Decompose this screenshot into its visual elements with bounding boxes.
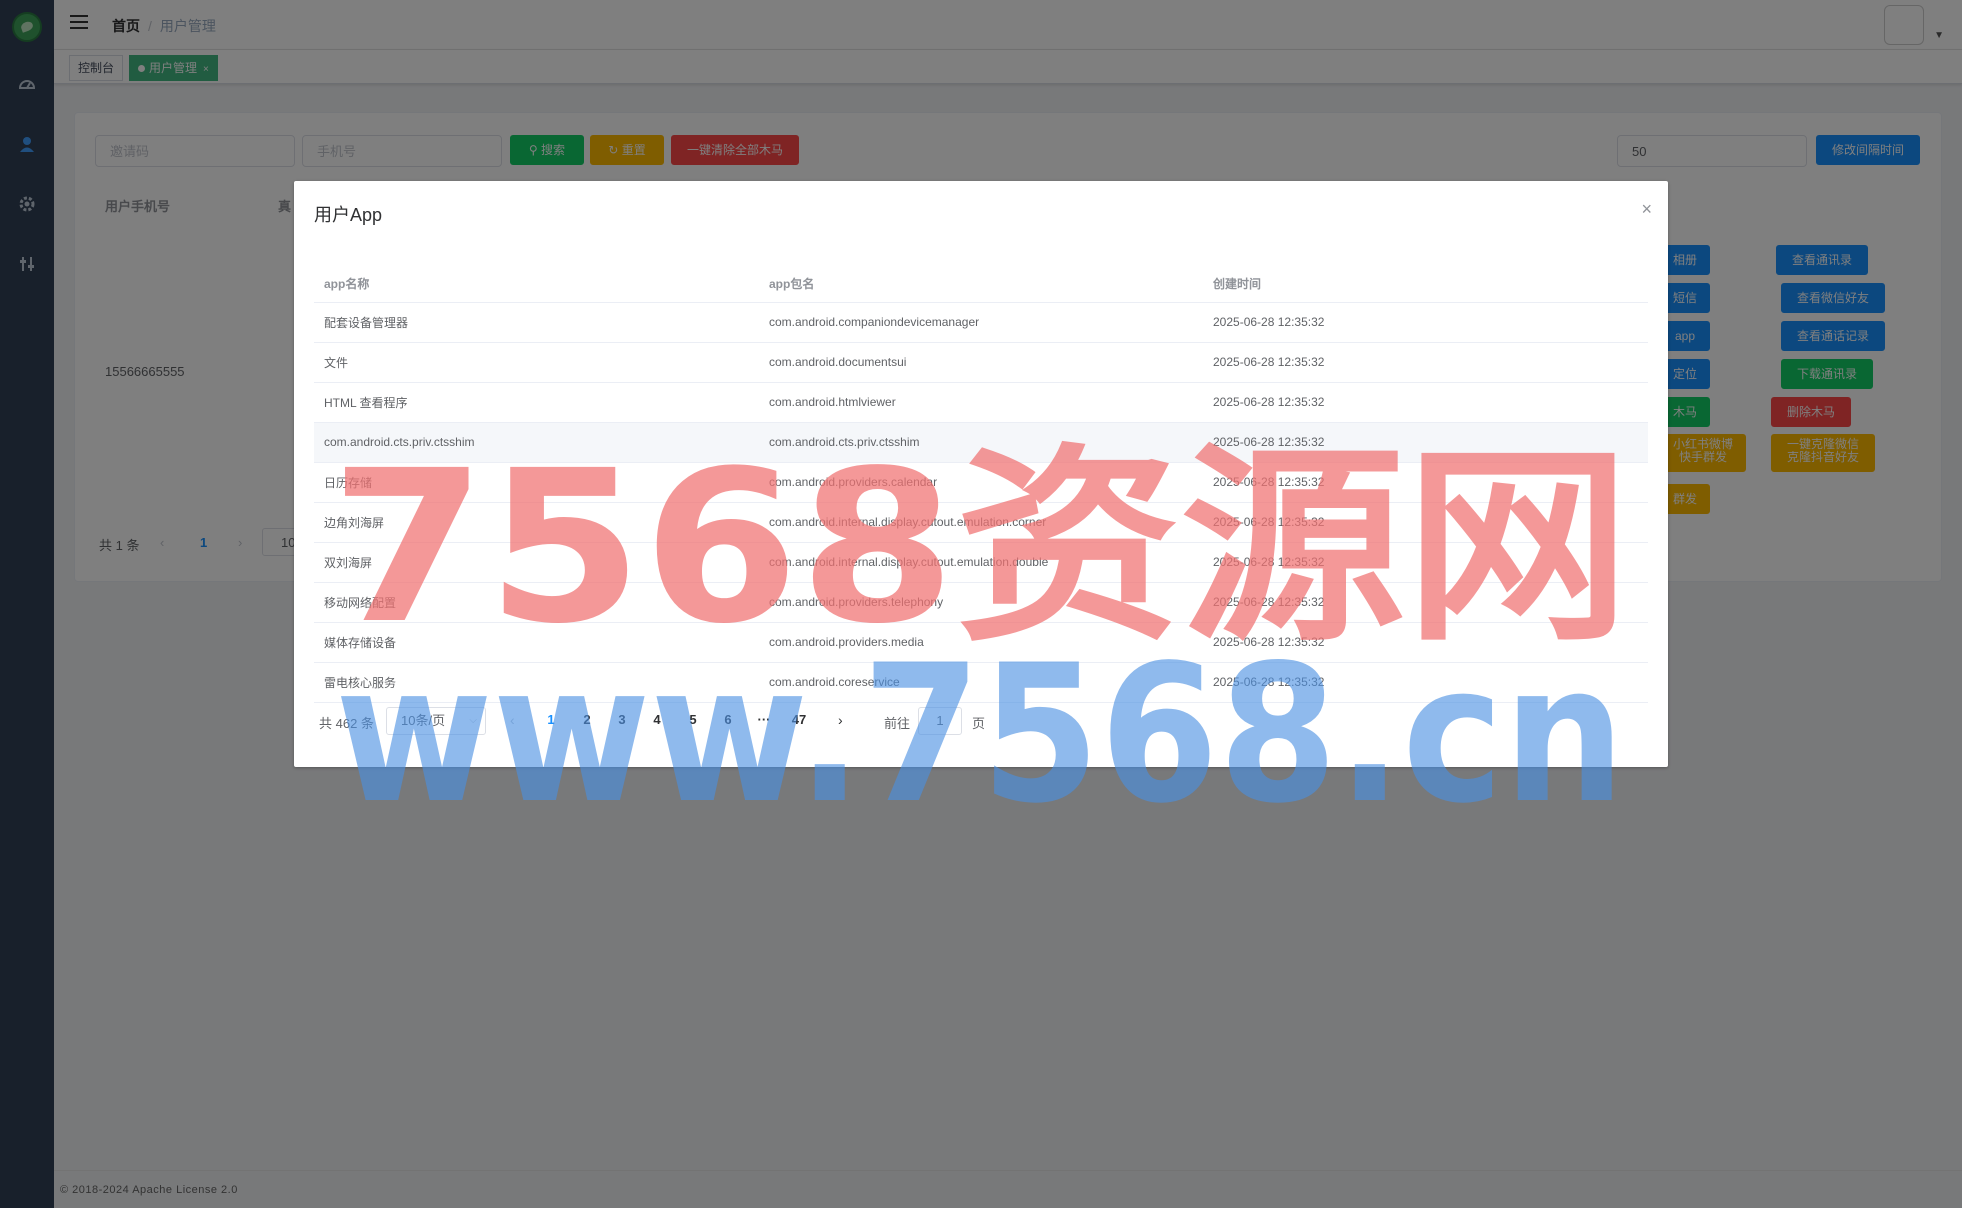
created-time-cell: 2025-06-28 12:35:32	[1203, 462, 1648, 503]
table-row[interactable]: com.android.cts.priv.ctsshim com.android.…	[314, 422, 1648, 463]
created-time-cell: 2025-06-28 12:35:32	[1203, 542, 1648, 583]
close-icon[interactable]: ×	[1641, 199, 1652, 220]
page-size-select[interactable]: 10条/页 ⌵	[386, 707, 486, 735]
created-time-cell: 2025-06-28 12:35:32	[1203, 382, 1648, 423]
dialog-title: 用户App	[314, 205, 383, 225]
created-time-cell: 2025-06-28 12:35:32	[1203, 342, 1648, 383]
package-name-cell: com.android.companiondevicemanager	[759, 302, 1203, 343]
app-name-cell: 雷电核心服务	[314, 662, 759, 703]
created-time-cell: 2025-06-28 12:35:32	[1203, 422, 1648, 463]
goto-page-input[interactable]: 1	[918, 707, 962, 735]
page-6[interactable]: 6	[713, 712, 743, 727]
app-name-cell: 配套设备管理器	[314, 302, 759, 343]
app-name-cell: HTML 查看程序	[314, 382, 759, 423]
pager-total: 共 462 条	[319, 716, 374, 731]
package-name-cell: com.android.htmlviewer	[759, 382, 1203, 423]
table-row[interactable]: 边角刘海屏 com.android.internal.display.cutout…	[314, 502, 1648, 543]
table-body: 配套设备管理器 com.android.companiondevicemanage…	[314, 302, 1648, 703]
app-name-cell: 日历存储	[314, 462, 759, 503]
created-time-cell: 2025-06-28 12:35:32	[1203, 622, 1648, 663]
page-1[interactable]: 1	[536, 712, 566, 727]
app-table: app名称 app包名 创建时间 配套设备管理器 com.android.comp…	[314, 265, 1648, 703]
created-time-cell: 2025-06-28 12:35:32	[1203, 582, 1648, 623]
next-page-icon[interactable]: ›	[838, 712, 843, 728]
package-name-cell: com.android.providers.media	[759, 622, 1203, 663]
more-pages-icon[interactable]: ···	[749, 712, 779, 727]
table-row[interactable]: 媒体存储设备 com.android.providers.media 2025-06…	[314, 622, 1648, 663]
column-header-package: app包名	[759, 265, 1203, 303]
goto-label: 前往	[884, 716, 911, 731]
page-5[interactable]: 5	[678, 712, 708, 727]
dialog-pagination: 共 462 条 10条/页 ⌵ ‹ 1 2 3 4 5 6 ··· 47 › 前往…	[314, 705, 1214, 737]
page-4[interactable]: 4	[642, 712, 672, 727]
page-size-value: 10条/页	[401, 713, 446, 728]
package-name-cell: com.android.documentsui	[759, 342, 1203, 383]
table-row[interactable]: 配套设备管理器 com.android.companiondevicemanage…	[314, 302, 1648, 343]
created-time-cell: 2025-06-28 12:35:32	[1203, 502, 1648, 543]
package-name-cell: com.android.internal.display.cutout.emul…	[759, 542, 1203, 583]
page-3[interactable]: 3	[607, 712, 637, 727]
app-name-cell: com.android.cts.priv.ctsshim	[314, 422, 759, 463]
package-name-cell: com.android.coreservice	[759, 662, 1203, 703]
column-header-app-name: app名称	[314, 265, 759, 303]
table-header-row: app名称 app包名 创建时间	[314, 265, 1648, 303]
table-row[interactable]: 文件 com.android.documentsui 2025-06-28 12:3…	[314, 342, 1648, 383]
package-name-cell: com.android.providers.telephony	[759, 582, 1203, 623]
table-row[interactable]: 日历存储 com.android.providers.calendar 2025-0…	[314, 462, 1648, 503]
column-header-created: 创建时间	[1203, 265, 1648, 303]
package-name-cell: com.android.internal.display.cutout.emul…	[759, 502, 1203, 543]
created-time-cell: 2025-06-28 12:35:32	[1203, 662, 1648, 703]
app-name-cell: 双刘海屏	[314, 542, 759, 583]
table-row[interactable]: 雷电核心服务 com.android.coreservice 2025-06-28 …	[314, 662, 1648, 703]
prev-page-icon[interactable]: ‹	[510, 712, 515, 728]
table-row[interactable]: 移动网络配置 com.android.providers.telephony 202…	[314, 582, 1648, 623]
page-47[interactable]: 47	[784, 712, 814, 727]
table-row[interactable]: HTML 查看程序 com.android.htmlviewer 2025-06-2…	[314, 382, 1648, 423]
app-name-cell: 媒体存储设备	[314, 622, 759, 663]
app-name-cell: 移动网络配置	[314, 582, 759, 623]
table-row[interactable]: 双刘海屏 com.android.internal.display.cutout.…	[314, 542, 1648, 583]
page-unit-label: 页	[972, 716, 986, 731]
created-time-cell: 2025-06-28 12:35:32	[1203, 302, 1648, 343]
chevron-down-icon: ⌵	[469, 715, 477, 726]
package-name-cell: com.android.cts.priv.ctsshim	[759, 422, 1203, 463]
app-name-cell: 边角刘海屏	[314, 502, 759, 543]
app-name-cell: 文件	[314, 342, 759, 383]
page-2[interactable]: 2	[572, 712, 602, 727]
package-name-cell: com.android.providers.calendar	[759, 462, 1203, 503]
user-app-dialog: 用户App × app名称 app包名 创建时间 配套设备管理器 com.andr…	[294, 181, 1668, 767]
